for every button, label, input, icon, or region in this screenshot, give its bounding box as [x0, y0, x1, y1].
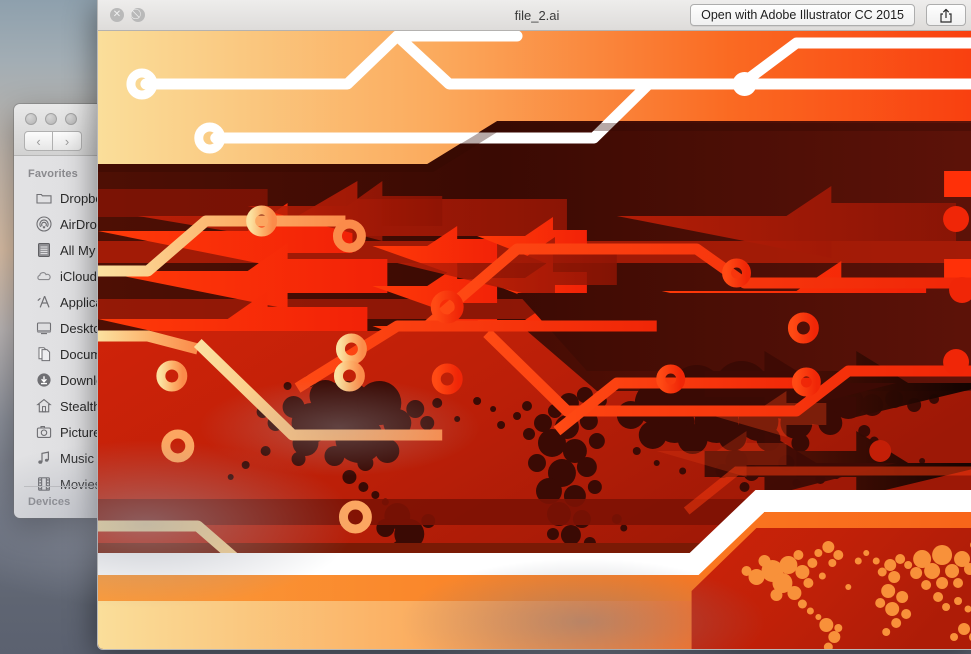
airdrop-icon: [36, 216, 52, 232]
movies-icon: [37, 477, 51, 491]
pictures-icon: [36, 426, 52, 438]
white-trace-junction: [732, 72, 757, 96]
quick-look-preview-window[interactable]: ✕ ⃠ file_2.ai Open with Adobe Illustrato…: [97, 0, 971, 650]
illustration-canvas: [98, 31, 971, 649]
downloads-icon: [37, 373, 51, 387]
share-button[interactable]: [926, 4, 966, 26]
abstract-tech-illustration: [98, 31, 971, 649]
finder-close-button[interactable]: [25, 113, 37, 125]
sidebar-item-label: Music: [60, 450, 94, 466]
icloud-icon: [37, 272, 51, 281]
applications-icon: [37, 295, 50, 308]
preview-titlebar[interactable]: ✕ ⃠ file_2.ai Open with Adobe Illustrato…: [98, 0, 971, 31]
desktop: ‹ › Favorites Dropbox AirDrop All My F i…: [0, 0, 971, 654]
finder-minimize-button[interactable]: [45, 113, 57, 125]
finder-nav-segmented-control[interactable]: ‹ ›: [24, 131, 82, 151]
music-icon: [38, 451, 49, 464]
open-with-button[interactable]: Open with Adobe Illustrator CC 2015: [690, 4, 915, 26]
finder-traffic-lights[interactable]: [25, 113, 77, 125]
all-my-files-icon: [38, 243, 50, 257]
back-button[interactable]: ‹: [24, 131, 53, 151]
folder-icon: [36, 193, 52, 204]
desktop-icon: [36, 322, 52, 335]
sidebar-item-label: Stealth: [60, 398, 101, 414]
share-icon: [940, 8, 952, 23]
documents-icon: [38, 347, 51, 362]
sidebar-section-header-devices: Devices: [28, 496, 71, 508]
sidebar-item-label: Movies: [60, 476, 102, 492]
home-icon: [36, 398, 52, 413]
forward-button[interactable]: ›: [53, 131, 82, 151]
finder-maximize-button[interactable]: [65, 113, 77, 125]
